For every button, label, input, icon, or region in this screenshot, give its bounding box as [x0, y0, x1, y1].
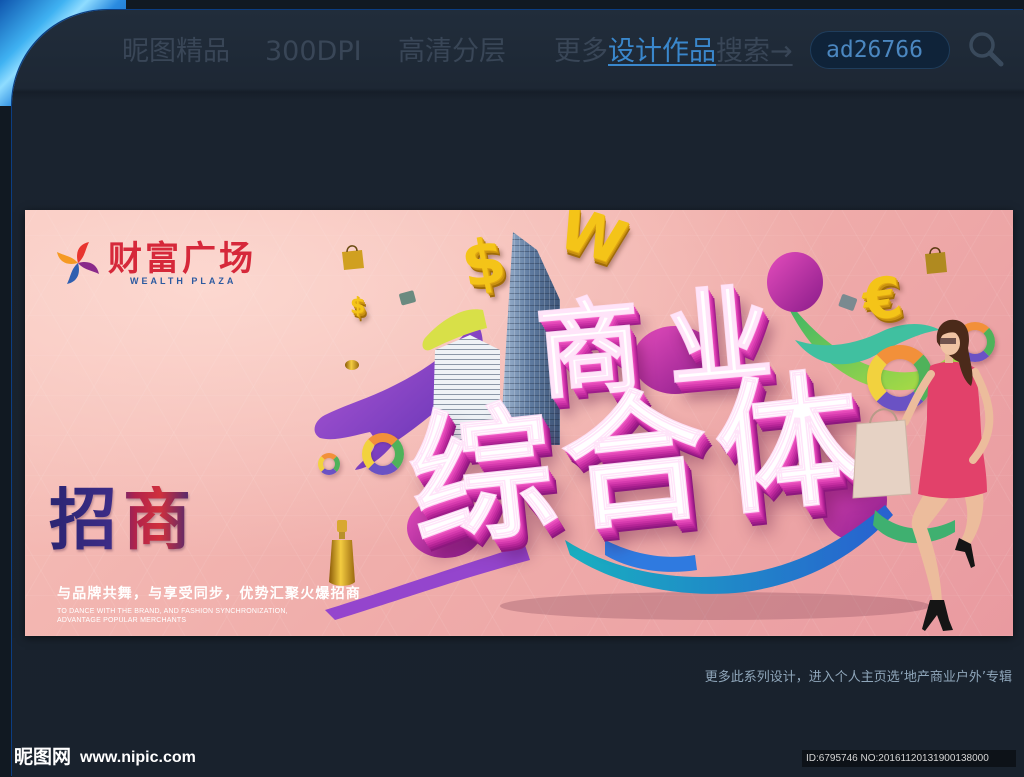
search-icon[interactable]	[964, 28, 1006, 70]
image-id-label: ID:6795746 NO:20161120131900138000	[802, 750, 1016, 767]
design-preview-banner: $ W € $ 财富广场 WEALTH PLAZA 商业 综合体 招商 与品牌共…	[25, 210, 1013, 636]
recruit-title: 招商	[49, 480, 198, 560]
shopping-bag	[852, 419, 912, 499]
footer-brand: 昵图网	[14, 746, 72, 768]
nav-item-layered[interactable]: 高清分层	[398, 37, 506, 67]
series-note: 更多此系列设计，进入个人主页选‘地产商业户外’专辑	[704, 670, 1012, 685]
more-search-suffix[interactable]: 搜索→	[716, 36, 793, 67]
nav-item-300dpi[interactable]: 300DPI	[265, 37, 362, 67]
nipic-preview-page: 昵图精品 300DPI 高清分层 更多设计作品搜索→ ad26766 $ W €…	[0, 0, 1024, 777]
design-works-link[interactable]: 设计作品	[608, 36, 716, 67]
model-leg	[961, 492, 984, 546]
more-works-search[interactable]: 更多设计作品搜索→	[554, 37, 793, 67]
model-leg	[911, 492, 951, 602]
slogan-chinese: 与品牌共舞，与享受同步，优势汇聚火爆招商	[57, 586, 361, 602]
high-heel-shoe	[955, 538, 975, 568]
footer-url: www.nipic.com	[80, 749, 196, 766]
search-input[interactable]: ad26766	[810, 31, 950, 69]
more-prefix: 更多	[554, 36, 608, 67]
fashion-model-figure	[901, 319, 994, 631]
nav-item-featured[interactable]: 昵图精品	[122, 37, 230, 67]
banner-front-decorations	[852, 319, 994, 631]
slogan-english-line-1: TO DANCE WITH THE BRAND, AND FASHION SYN…	[57, 608, 288, 615]
search-icon-handle	[987, 50, 1004, 67]
model-face-mosaic	[940, 338, 956, 344]
high-heel-shoe	[922, 600, 953, 631]
slogan-english-line-2: ADVANTAGE POPULAR MERCHANTS	[57, 617, 187, 624]
